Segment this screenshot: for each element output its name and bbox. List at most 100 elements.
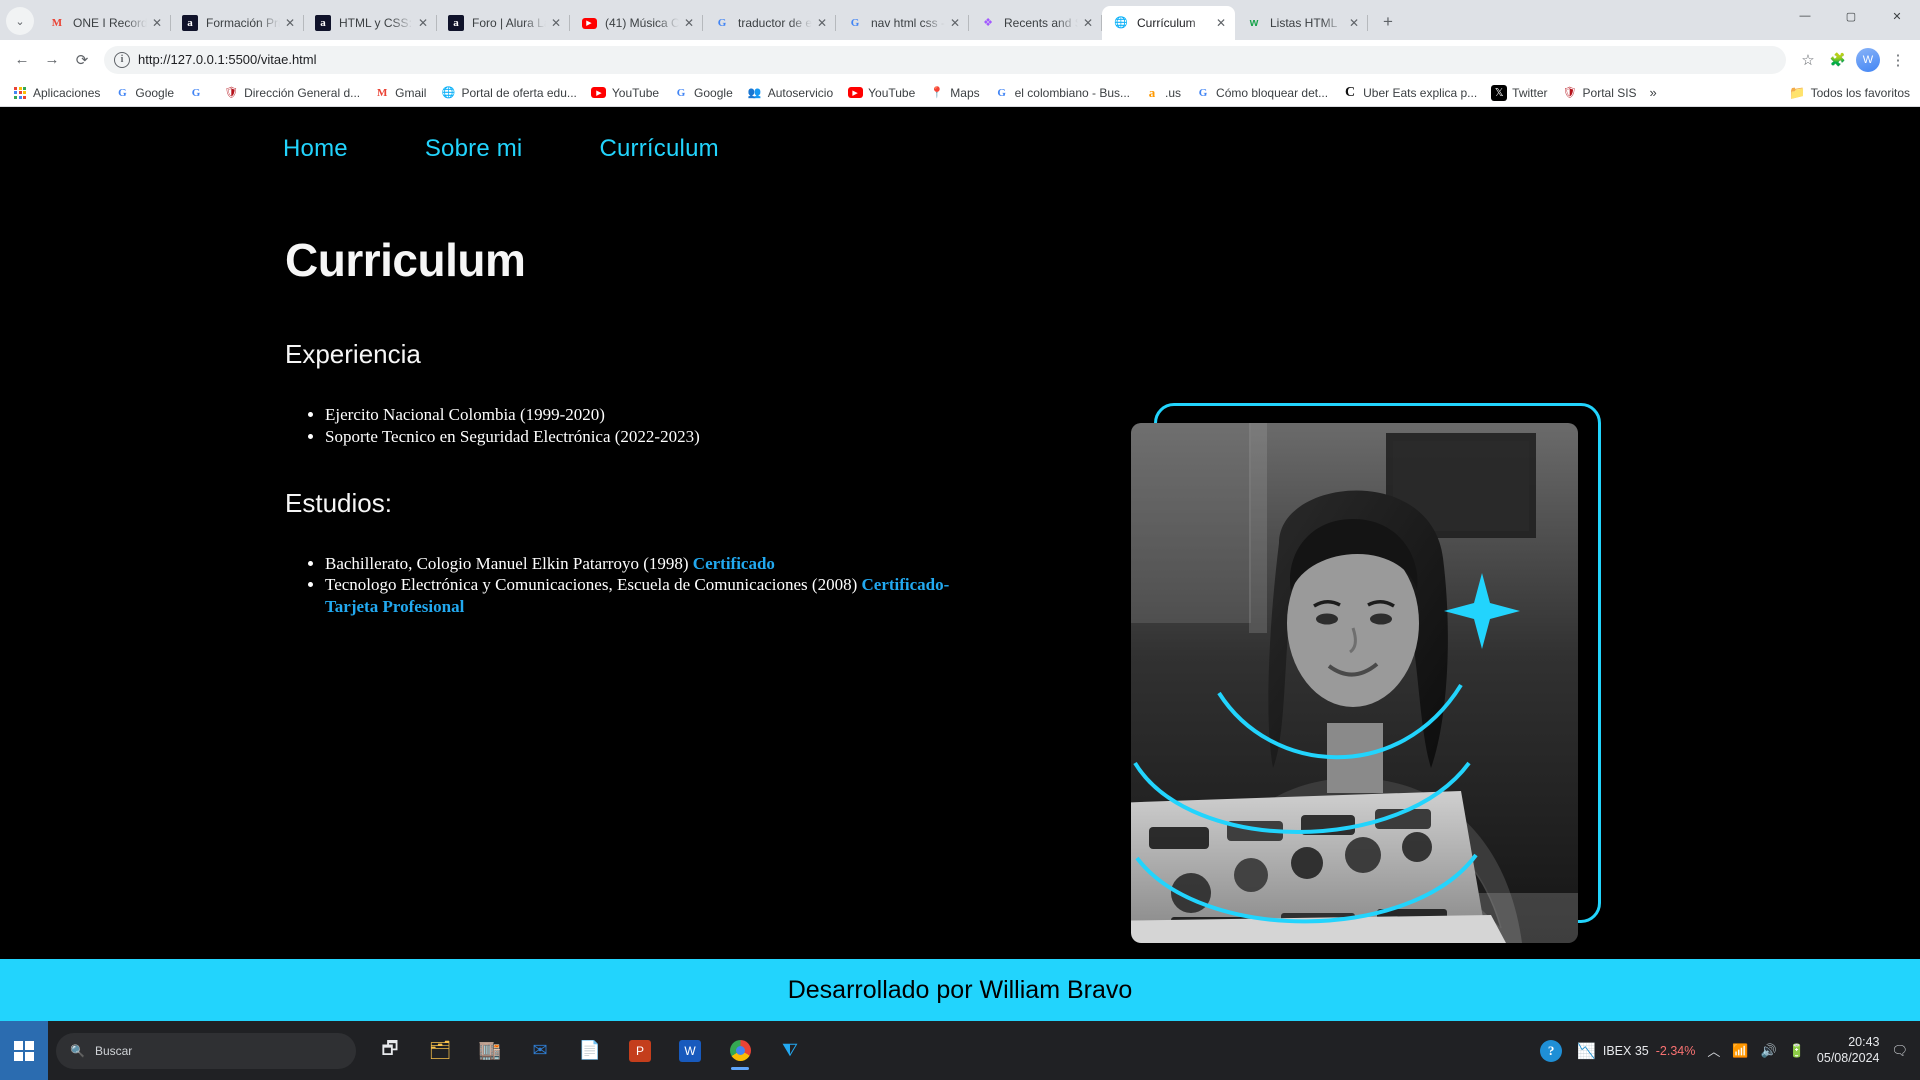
globe-icon: 🌐: [1114, 16, 1128, 29]
taskbar-clock[interactable]: 20:43 05/08/2024: [1817, 1035, 1880, 1066]
bookmark-item[interactable]: ▶ YouTube: [585, 82, 665, 104]
section-heading-estudios: Estudios:: [285, 487, 392, 518]
bookmark-item[interactable]: a .us: [1138, 82, 1187, 104]
browser-tab[interactable]: a Formación Princip ✕: [171, 6, 304, 40]
back-button[interactable]: ←: [8, 46, 36, 74]
bookmark-item[interactable]: G: [182, 82, 215, 104]
notepad-icon[interactable]: 📄: [570, 1031, 610, 1071]
bookmark-item[interactable]: 𝕏 Twitter: [1485, 82, 1553, 104]
list-item: Tecnologo Electrónica y Comunicaciones, …: [325, 574, 990, 618]
browser-tab[interactable]: G nav html css - Bus ✕: [836, 6, 969, 40]
all-bookmarks-button[interactable]: 📁 Todos los favoritos: [1789, 85, 1914, 101]
browser-tab[interactable]: ❖ Recents and Shar ✕: [969, 6, 1102, 40]
microsoft-store-icon[interactable]: 🏬: [470, 1031, 510, 1071]
close-icon[interactable]: ✕: [149, 15, 165, 31]
google-icon: G: [1198, 86, 1208, 99]
google-icon: G: [676, 86, 686, 99]
new-tab-button[interactable]: +: [1374, 8, 1402, 36]
chevron-up-icon[interactable]: ︿: [1707, 1041, 1720, 1060]
close-icon[interactable]: ✕: [947, 15, 963, 31]
list-item-text: Soporte Tecnico en Seguridad Electrónica…: [325, 426, 700, 446]
network-icon[interactable]: 📶: [1732, 1043, 1748, 1059]
stock-ticker[interactable]: 📉 IBEX 35 -2.34%: [1577, 1042, 1695, 1060]
chrome-menu-button[interactable]: ⋮: [1884, 46, 1912, 74]
tab-search-button[interactable]: ⌄: [6, 7, 34, 35]
minimize-button[interactable]: —: [1782, 0, 1828, 32]
browser-tab[interactable]: G traductor de espa ✕: [703, 6, 836, 40]
tab-title: traductor de espa: [738, 16, 812, 30]
taskbar-search[interactable]: 🔍 Buscar: [56, 1032, 356, 1069]
powerpoint-icon[interactable]: P: [620, 1031, 660, 1071]
close-icon[interactable]: ✕: [681, 15, 697, 31]
bookmark-item[interactable]: G Google: [108, 82, 180, 104]
close-icon[interactable]: ✕: [415, 15, 431, 31]
browser-window: ⌄ M ONE I Recordatori ✕ a Formación Prin…: [0, 0, 1920, 1021]
extensions-button[interactable]: 🧩: [1824, 46, 1852, 74]
shield-icon: 🛡: [1562, 87, 1577, 99]
list-item: Soporte Tecnico en Seguridad Electrónica…: [325, 426, 990, 448]
web-page: Home Sobre mi Currículum Curriculum Expe…: [0, 107, 1920, 1021]
reload-button[interactable]: ⟳: [68, 46, 96, 74]
bookmark-item[interactable]: G el colombiano - Bus...: [988, 82, 1136, 104]
nav-link-curriculum[interactable]: Currículum: [599, 135, 718, 163]
google-icon: G: [191, 86, 201, 99]
certificate-link[interactable]: Certificado: [693, 554, 775, 573]
maximize-button[interactable]: ▢: [1828, 0, 1874, 32]
bookmark-star-button[interactable]: ☆: [1794, 46, 1822, 74]
bookmark-label: .us: [1165, 85, 1182, 100]
bookmark-item[interactable]: 📍 Maps: [923, 82, 985, 104]
mail-icon[interactable]: ✉: [520, 1031, 560, 1071]
map-pin-icon: 📍: [930, 87, 945, 99]
vscode-icon[interactable]: ⧨: [770, 1031, 810, 1071]
browser-tab[interactable]: a HTML y CSS: head ✕: [304, 6, 437, 40]
bookmark-item[interactable]: M Gmail: [368, 82, 432, 104]
forward-button[interactable]: →: [38, 46, 66, 74]
bookmark-item[interactable]: G Cómo bloquear det...: [1189, 82, 1334, 104]
gmail-icon: M: [51, 16, 63, 29]
browser-tab[interactable]: M ONE I Recordatori ✕: [38, 6, 171, 40]
address-bar[interactable]: i http://127.0.0.1:5500/vitae.html: [104, 45, 1786, 74]
word-icon[interactable]: W: [670, 1031, 710, 1071]
nav-link-sobre-mi[interactable]: Sobre mi: [425, 135, 523, 163]
close-icon[interactable]: ✕: [1346, 15, 1362, 31]
browser-tab-active[interactable]: 🌐 Currículum ✕: [1102, 6, 1235, 40]
bookmark-item[interactable]: Aplicaciones: [6, 82, 106, 104]
bookmark-item[interactable]: 🛡 Portal SIS: [1556, 82, 1643, 104]
bookmark-item[interactable]: C Uber Eats explica p...: [1336, 82, 1483, 104]
close-icon[interactable]: ✕: [282, 15, 298, 31]
notification-icon[interactable]: 🗨: [1891, 1043, 1908, 1059]
bookmark-item[interactable]: 🛡 Dirección General d...: [217, 82, 366, 104]
help-question-icon[interactable]: ?: [1537, 1037, 1565, 1065]
profile-button[interactable]: W: [1854, 46, 1882, 74]
reload-icon: ⟳: [75, 51, 89, 69]
bookmark-item[interactable]: 👥 Autoservicio: [741, 82, 839, 104]
site-info-icon[interactable]: i: [114, 51, 130, 68]
close-icon[interactable]: ✕: [1080, 15, 1096, 31]
file-explorer-icon[interactable]: 🗂: [420, 1031, 460, 1071]
volume-icon[interactable]: 🔊: [1761, 1043, 1777, 1059]
star-icon: ☆: [1801, 51, 1815, 69]
battery-icon[interactable]: 🔋: [1789, 1043, 1805, 1059]
bookmark-item[interactable]: G Google: [667, 82, 739, 104]
kebab-menu-icon: ⋮: [1890, 51, 1906, 69]
browser-tab[interactable]: a Foro | Alura Latam ✕: [437, 6, 570, 40]
bookmark-label: YouTube: [868, 85, 916, 100]
close-icon[interactable]: ✕: [1213, 15, 1229, 31]
chrome-icon[interactable]: [720, 1031, 760, 1071]
close-icon[interactable]: ✕: [548, 15, 564, 31]
start-button[interactable]: [0, 1021, 48, 1080]
browser-tab[interactable]: ▶ (41) Música Chills ✕: [570, 6, 703, 40]
bookmarks-overflow-button[interactable]: »: [1645, 82, 1662, 103]
list-item: Bachillerato, Cologio Manuel Elkin Patar…: [325, 553, 990, 575]
bookmark-label: Autoservicio: [767, 85, 834, 100]
bookmark-item[interactable]: ▶ YouTube: [841, 82, 921, 104]
browser-tab[interactable]: w Listas HTML ✕: [1235, 6, 1368, 40]
bookmark-label: el colombiano - Bus...: [1014, 85, 1131, 100]
close-icon[interactable]: ✕: [814, 15, 830, 31]
task-view-icon[interactable]: 🗗: [370, 1031, 410, 1071]
clock-time: 20:43: [1848, 1035, 1880, 1050]
bookmark-item[interactable]: 🌐 Portal de oferta edu...: [434, 82, 582, 104]
window-controls: — ▢ ✕: [1782, 0, 1920, 40]
close-window-button[interactable]: ✕: [1874, 0, 1920, 32]
nav-link-home[interactable]: Home: [283, 135, 348, 163]
